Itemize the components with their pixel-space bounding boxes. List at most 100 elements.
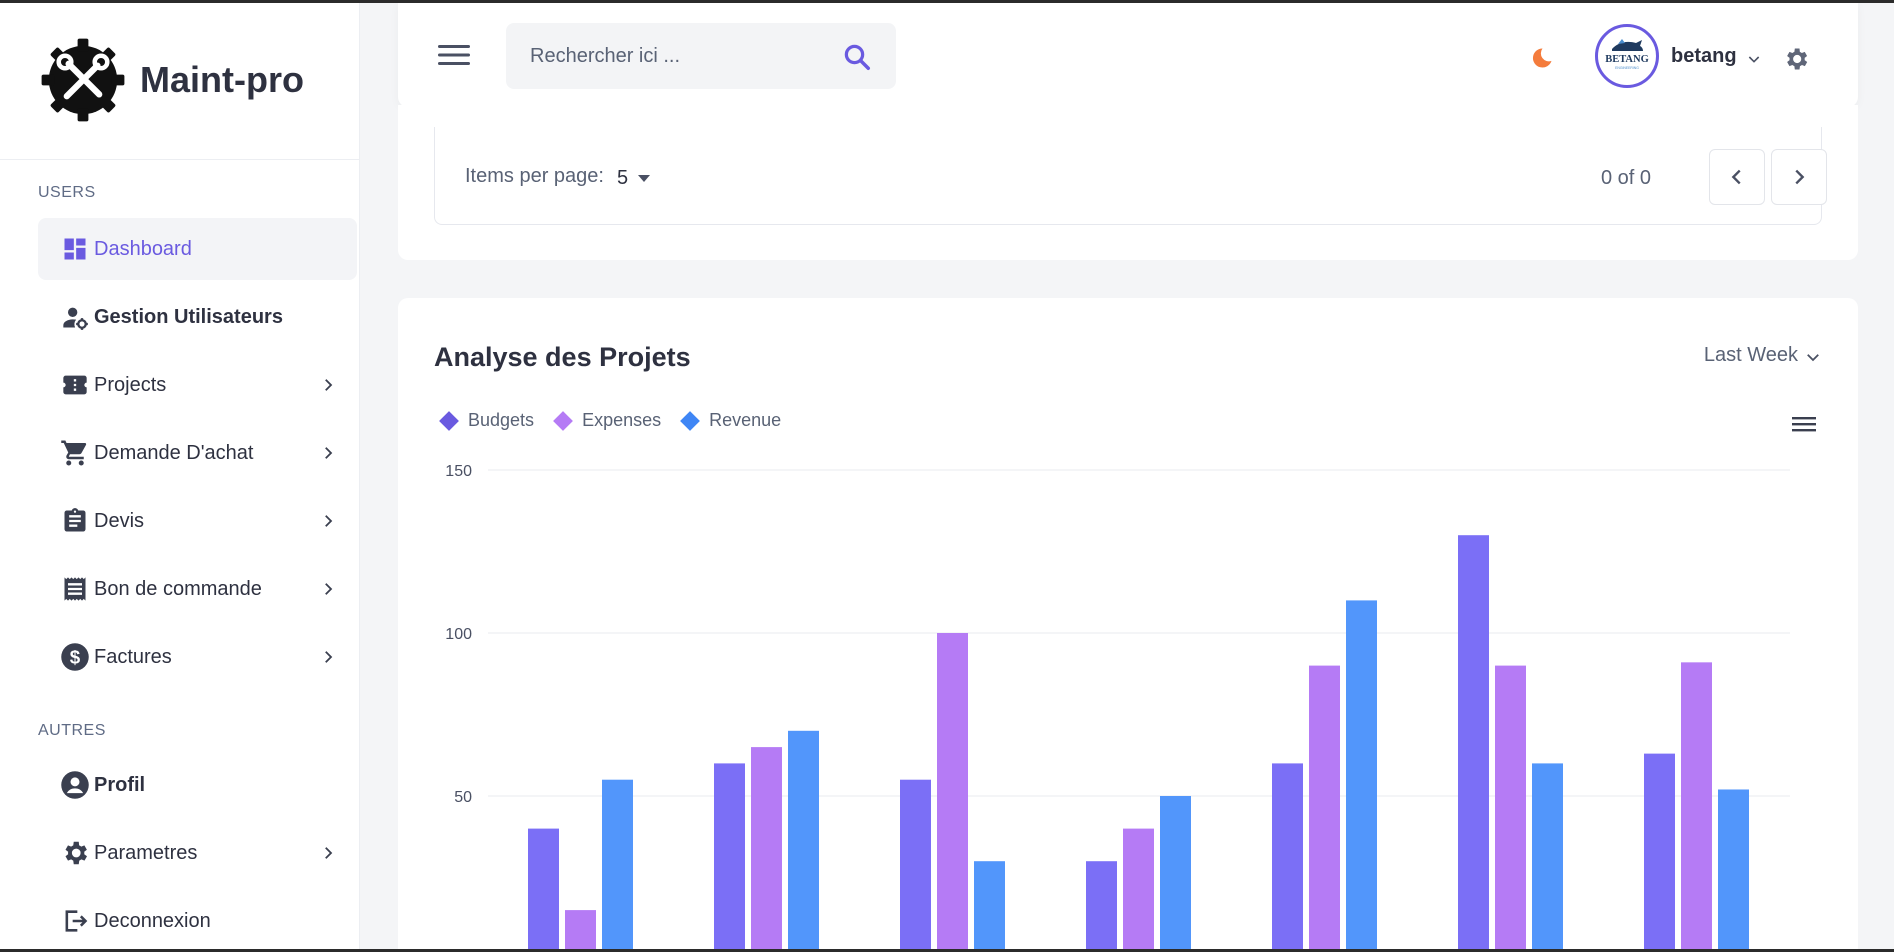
bar-group: [1086, 796, 1191, 952]
bar-group: [900, 633, 1005, 952]
chart-menu-icon[interactable]: [1792, 414, 1816, 434]
bar-revenue[interactable]: [1346, 600, 1377, 952]
next-page-button[interactable]: [1771, 149, 1827, 205]
hamburger-menu-icon[interactable]: [438, 41, 470, 69]
sidebar-item-label: Gestion Utilisateurs: [94, 305, 283, 328]
y-tick-label: 150: [445, 463, 472, 480]
chevron-right-icon: [325, 847, 333, 859]
svg-text:$: $: [70, 646, 81, 667]
table-pagination: Items per page: 5 0 of 0: [434, 127, 1827, 225]
search-icon[interactable]: [842, 42, 872, 72]
legend-marker: [439, 410, 459, 431]
gear-icon: [60, 838, 90, 868]
username[interactable]: betang: [1671, 45, 1737, 68]
bar-group: [714, 730, 819, 952]
gear-icon[interactable]: [1782, 45, 1810, 73]
legend-marker: [553, 410, 573, 431]
bar-budgets[interactable]: [1086, 861, 1117, 952]
y-tick-label: 50: [454, 789, 472, 806]
sidebar-item-gestion-utilisateurs[interactable]: Gestion Utilisateurs: [38, 286, 357, 348]
chevron-down-icon[interactable]: [1804, 348, 1822, 366]
section-title-users: USERS: [38, 184, 96, 201]
dollar-icon: $: [60, 642, 90, 672]
receipt-icon: [60, 574, 90, 604]
bar-revenue[interactable]: [788, 730, 819, 952]
sidebar-item-label: Devis: [94, 509, 145, 532]
legend-label: Revenue: [709, 410, 782, 430]
bar-group: [1272, 600, 1377, 952]
chevron-right-icon: [325, 583, 333, 595]
bar-budgets[interactable]: [1644, 753, 1675, 952]
bar-expenses[interactable]: [1123, 828, 1154, 952]
caret-down-icon[interactable]: [635, 171, 653, 185]
search-box: [506, 23, 896, 89]
sidebar-item-label: Demande D'achat: [94, 441, 254, 464]
cart-icon: [60, 438, 90, 468]
clipboard-icon: [60, 506, 90, 536]
sidebar: Maint-pro USERS Dashboard Gestion Utilis…: [0, 0, 360, 952]
bar-revenue[interactable]: [1160, 796, 1191, 952]
sidebar-item-parametres[interactable]: Parametres: [38, 822, 357, 884]
sidebar-item-dashboard[interactable]: Dashboard: [38, 218, 357, 280]
bar-budgets[interactable]: [528, 828, 559, 952]
bar-group: [1458, 535, 1563, 952]
sidebar-item-deconnexion[interactable]: Deconnexion: [38, 890, 357, 952]
chevron-right-icon: [1795, 169, 1805, 185]
bar-expenses[interactable]: [937, 633, 968, 952]
brand-name: Maint-pro: [140, 58, 304, 100]
account-icon: [60, 770, 90, 800]
dashboard-icon: [60, 234, 90, 264]
sidebar-item-label: Bon de commande: [94, 577, 262, 600]
bar-budgets[interactable]: [1458, 535, 1489, 952]
table-pagination-card: Items per page: 5 0 of 0: [398, 105, 1858, 260]
nav-users: Dashboard Gestion Utilisateurs Projects …: [0, 218, 359, 688]
bar-expenses[interactable]: [1495, 665, 1526, 952]
bar-group: [528, 779, 633, 952]
chevron-left-icon: [1731, 169, 1741, 185]
sidebar-item-label: Profil: [94, 773, 146, 796]
bar-revenue[interactable]: [602, 779, 633, 952]
bar-budgets[interactable]: [714, 763, 745, 952]
items-per-page-label: Items per page:: [465, 165, 604, 187]
avatar-logo-subtext: ENGINEERING: [1615, 66, 1639, 70]
brand[interactable]: Maint-pro: [0, 0, 359, 160]
logout-icon: [60, 906, 90, 936]
bar-revenue[interactable]: [974, 861, 1005, 952]
bar-revenue[interactable]: [1532, 763, 1563, 952]
search-input[interactable]: [530, 41, 820, 71]
sidebar-item-profil[interactable]: Profil: [38, 754, 357, 816]
sidebar-item-demande-achat[interactable]: Demande D'achat: [38, 422, 357, 484]
bar-expenses[interactable]: [565, 910, 596, 952]
sidebar-item-label: Parametres: [94, 841, 198, 864]
bar-budgets[interactable]: [1272, 763, 1303, 952]
legend-label: Expenses: [582, 410, 662, 430]
bar-budgets[interactable]: [900, 779, 931, 952]
avatar-logo-text: BETANG: [1605, 54, 1649, 65]
project-analysis-card: Analyse des Projets Last Week Budgets Ex…: [398, 298, 1858, 952]
avatar[interactable]: BETANG ENGINEERING: [1595, 24, 1659, 88]
bar-group: [1644, 662, 1749, 952]
previous-page-button[interactable]: [1709, 149, 1765, 205]
legend-item-revenue[interactable]: Revenue: [680, 410, 782, 431]
bar-expenses[interactable]: [751, 747, 782, 952]
sidebar-item-devis[interactable]: Devis: [38, 490, 357, 552]
sidebar-item-label: Projects: [94, 373, 167, 396]
bar-expenses[interactable]: [1309, 665, 1340, 952]
period-select[interactable]: Last Week: [1704, 344, 1798, 367]
user-gear-icon: [60, 302, 90, 332]
chevron-down-icon[interactable]: [1746, 51, 1762, 67]
legend-item-expenses[interactable]: Expenses: [553, 410, 662, 431]
moon-icon[interactable]: [1530, 46, 1554, 70]
items-per-page-select[interactable]: 5: [617, 167, 628, 190]
y-tick-label: 100: [445, 626, 472, 643]
sidebar-item-factures[interactable]: $ Factures: [38, 626, 357, 688]
ticket-icon: [60, 370, 90, 400]
sidebar-item-bon-de-commande[interactable]: Bon de commande: [38, 558, 357, 620]
maintenance-gear-logo-icon: [41, 38, 125, 121]
sidebar-item-label: Dashboard: [94, 237, 192, 260]
bar-revenue[interactable]: [1718, 789, 1749, 952]
nav-autres: Profil Parametres Deconnexion: [0, 754, 359, 952]
bar-expenses[interactable]: [1681, 662, 1712, 952]
legend-item-budgets[interactable]: Budgets: [439, 410, 534, 431]
sidebar-item-projects[interactable]: Projects: [38, 354, 357, 416]
